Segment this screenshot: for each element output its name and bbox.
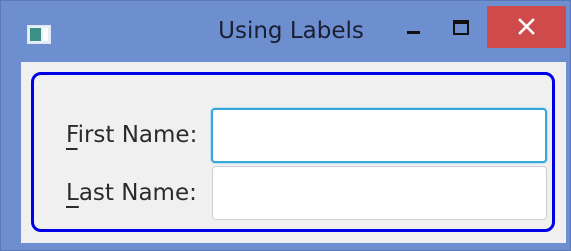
window-title: Using Labels xyxy=(218,18,364,44)
last-name-label: Last Name: xyxy=(66,180,197,206)
last-name-mnemonic: L xyxy=(66,180,79,206)
last-name-field[interactable] xyxy=(212,166,547,220)
window-content: First Name: Last Name: xyxy=(21,62,566,243)
close-icon xyxy=(487,6,566,48)
close-button[interactable] xyxy=(487,6,566,48)
maximize-button[interactable] xyxy=(438,8,483,51)
form-focus-frame: First Name: Last Name: xyxy=(31,72,555,232)
first-name-label: First Name: xyxy=(66,122,197,148)
first-name-mnemonic: F xyxy=(66,122,78,148)
title-bar[interactable]: Using Labels xyxy=(1,1,571,59)
minimize-icon xyxy=(391,8,436,51)
first-name-field[interactable] xyxy=(211,108,547,163)
app-window: Using Labels First Name: Last Name: xyxy=(0,0,571,251)
window-app-icon[interactable] xyxy=(27,25,51,44)
first-name-label-text: irst Name: xyxy=(77,122,198,148)
maximize-icon xyxy=(438,8,483,51)
last-name-label-text: ast Name: xyxy=(78,180,197,206)
minimize-button[interactable] xyxy=(391,8,436,51)
